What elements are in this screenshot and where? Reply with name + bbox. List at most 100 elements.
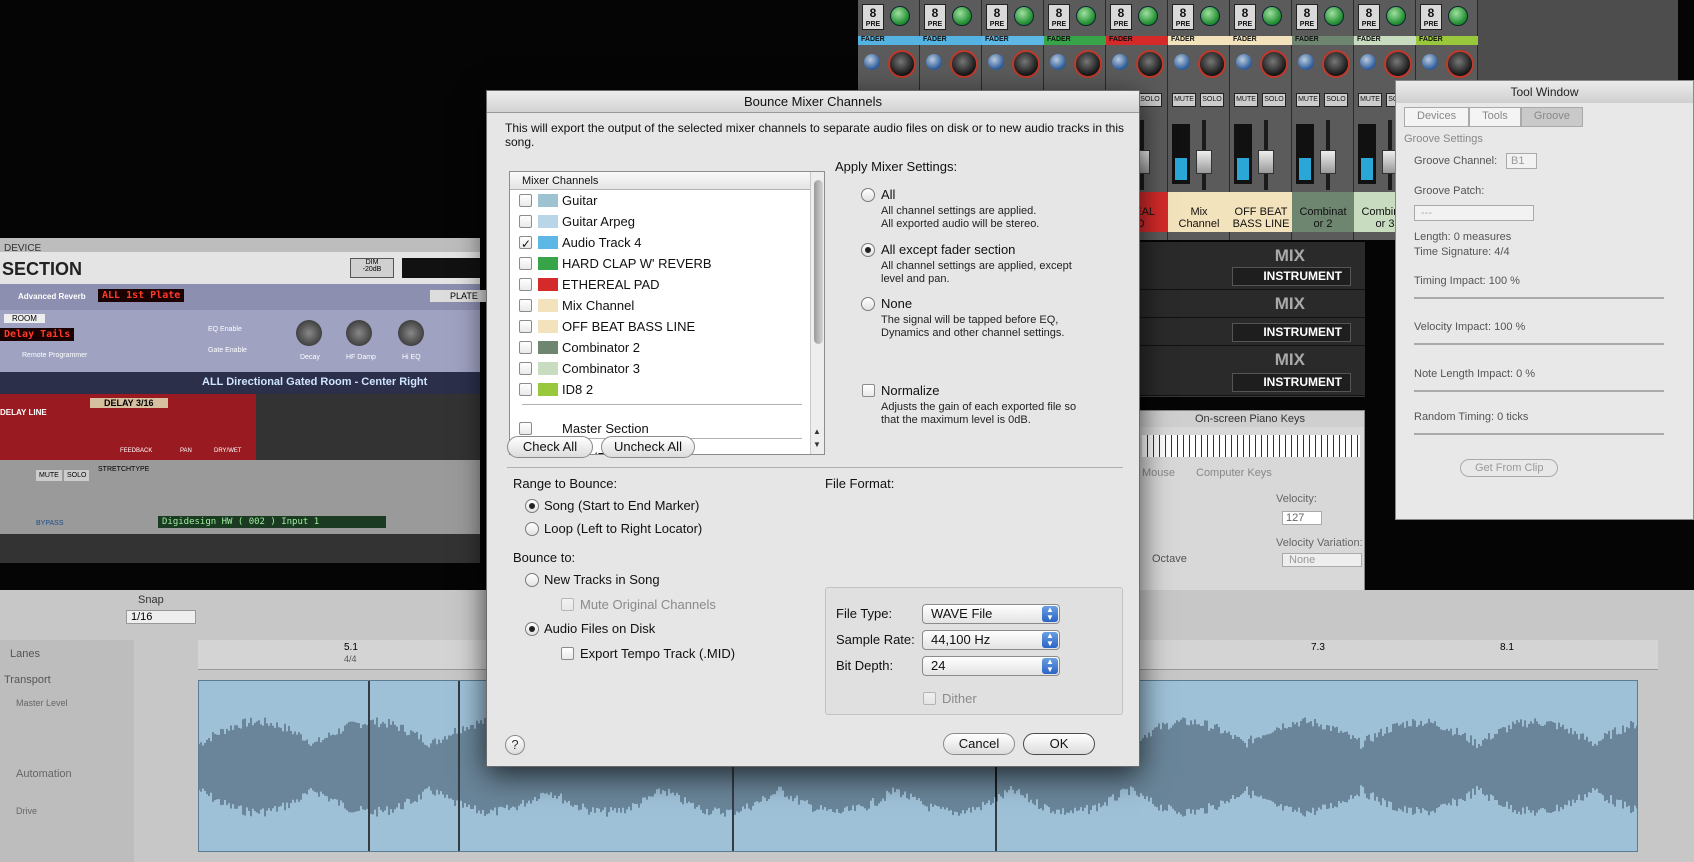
track-solo-button[interactable]: SOLO (64, 470, 90, 481)
pan-knob[interactable] (1136, 50, 1164, 78)
width-knob[interactable] (1112, 54, 1128, 70)
help-button[interactable]: ? (505, 735, 525, 755)
solo-button[interactable]: SOLO (1262, 93, 1286, 107)
ok-button[interactable]: OK (1023, 733, 1095, 755)
apply-except-fader-radio[interactable] (861, 243, 875, 257)
tab-tools[interactable]: Tools (1469, 107, 1521, 127)
level-knob[interactable] (1014, 6, 1034, 26)
groove-settings-heading[interactable]: Groove Settings (1404, 133, 1483, 145)
level-knob[interactable] (1138, 6, 1158, 26)
piano-keyboard[interactable] (1142, 435, 1360, 457)
channel-checkbox[interactable] (519, 341, 532, 354)
piano-tab-computer-keys[interactable]: Computer Keys (1196, 467, 1272, 479)
level-knob[interactable] (952, 6, 972, 26)
bit-depth-select[interactable]: 24 ▲ ▼ (922, 656, 1060, 676)
apply-except-fader-label[interactable]: All except fader section (881, 242, 1015, 257)
mute-button[interactable]: MUTE (1234, 93, 1258, 107)
hf-damp-knob[interactable] (346, 320, 372, 346)
tab-devices[interactable]: Devices (1404, 107, 1470, 127)
apply-none-label[interactable]: None (881, 296, 912, 311)
width-knob[interactable] (1422, 54, 1438, 70)
cancel-button[interactable]: Cancel (943, 733, 1015, 755)
note-length-slider[interactable] (1414, 390, 1664, 392)
channel-row[interactable]: Guitar (510, 190, 810, 211)
groove-channel-select[interactable]: B1 (1506, 153, 1538, 169)
export-tempo-label[interactable]: Export Tempo Track (.MID) (580, 646, 735, 661)
velocity-variation-select[interactable]: None (1282, 553, 1362, 567)
velocity-field[interactable]: 127 (1282, 511, 1322, 525)
solo-button[interactable]: SOLO (1138, 93, 1162, 107)
check-all-button[interactable]: Check All (507, 436, 593, 458)
channel-checkbox[interactable] (519, 278, 532, 291)
channel-checkbox[interactable] (519, 234, 532, 255)
range-song-label[interactable]: Song (Start to End Marker) (544, 498, 699, 513)
track-mute-button[interactable]: MUTE (36, 470, 62, 481)
scroll-down-icon[interactable]: ▼ (813, 440, 821, 449)
audio-files-radio[interactable] (525, 622, 539, 636)
dim-button[interactable]: DIM -20dB (350, 258, 394, 278)
channel-checkbox[interactable] (519, 383, 532, 396)
channel-checkbox[interactable] (519, 362, 532, 375)
new-tracks-radio[interactable] (525, 573, 539, 587)
export-tempo-checkbox[interactable] (561, 647, 574, 660)
solo-button[interactable]: SOLO (1200, 93, 1224, 107)
channel-row[interactable]: OFF BEAT BASS LINE (510, 316, 810, 337)
decay-knob[interactable] (296, 320, 322, 346)
range-song-radio[interactable] (525, 499, 539, 513)
width-knob[interactable] (988, 54, 1004, 70)
channel-checkbox[interactable] (519, 215, 532, 228)
scrollbar-thumb[interactable] (814, 180, 823, 344)
scroll-up-icon[interactable]: ▲ (813, 427, 821, 436)
pan-knob[interactable] (1074, 50, 1102, 78)
channel-checkbox[interactable] (519, 320, 532, 333)
pan-knob[interactable] (1384, 50, 1412, 78)
dither-label[interactable]: Dither (942, 691, 977, 706)
audio-files-label[interactable]: Audio Files on Disk (544, 621, 655, 636)
hi-eq-knob[interactable] (398, 320, 424, 346)
tab-groove[interactable]: Groove (1520, 107, 1583, 127)
fader-handle[interactable] (1258, 150, 1274, 174)
file-type-select[interactable]: WAVE File ▲ ▼ (922, 604, 1060, 624)
width-knob[interactable] (864, 54, 880, 70)
pan-knob[interactable] (1198, 50, 1226, 78)
width-knob[interactable] (926, 54, 942, 70)
level-knob[interactable] (1386, 6, 1406, 26)
channel-row[interactable]: Combinator 3 (510, 358, 810, 379)
apply-all-radio[interactable] (861, 188, 875, 202)
fader-handle[interactable] (1196, 150, 1212, 174)
solo-button[interactable]: SOLO (1324, 93, 1348, 107)
width-knob[interactable] (1050, 54, 1066, 70)
pan-knob[interactable] (888, 50, 916, 78)
remote-programmer[interactable]: Remote Programmer (22, 352, 87, 359)
channel-row[interactable]: Combinator 2 (510, 337, 810, 358)
level-knob[interactable] (890, 6, 910, 26)
eq-enable[interactable]: EQ Enable (208, 326, 242, 333)
range-loop-label[interactable]: Loop (Left to Right Locator) (544, 521, 702, 536)
normalize-label[interactable]: Normalize (881, 383, 940, 398)
groove-patch-select[interactable]: --- (1414, 205, 1534, 221)
channel-checkbox[interactable] (519, 422, 532, 435)
mute-button[interactable]: MUTE (1358, 93, 1382, 107)
mute-original-label[interactable]: Mute Original Channels (580, 597, 716, 612)
channel-row[interactable]: Audio Track 4 (510, 232, 810, 255)
normalize-checkbox[interactable] (862, 384, 875, 397)
dither-checkbox[interactable] (923, 692, 936, 705)
channel-row[interactable]: ETHEREAL PAD (510, 274, 810, 295)
uncheck-all-button[interactable]: Uncheck All (601, 436, 695, 458)
fader-handle[interactable] (1320, 150, 1336, 174)
channel-row[interactable]: HARD CLAP W' REVERB (510, 253, 810, 274)
pan-knob[interactable] (950, 50, 978, 78)
apply-all-label[interactable]: All (881, 187, 895, 202)
level-knob[interactable] (1076, 6, 1096, 26)
mute-original-checkbox[interactable] (561, 598, 574, 611)
range-loop-radio[interactable] (525, 522, 539, 536)
audio-input-select[interactable]: Digidesign HW ( 002 ) Input 1 (158, 516, 386, 528)
bypass-label[interactable]: BYPASS (36, 520, 64, 527)
pan-knob[interactable] (1260, 50, 1288, 78)
width-knob[interactable] (1174, 54, 1190, 70)
pan-knob[interactable] (1012, 50, 1040, 78)
level-knob[interactable] (1448, 6, 1468, 26)
snap-select[interactable]: 1/16 (126, 610, 196, 624)
width-knob[interactable] (1236, 54, 1252, 70)
random-timing-slider[interactable] (1414, 433, 1664, 435)
